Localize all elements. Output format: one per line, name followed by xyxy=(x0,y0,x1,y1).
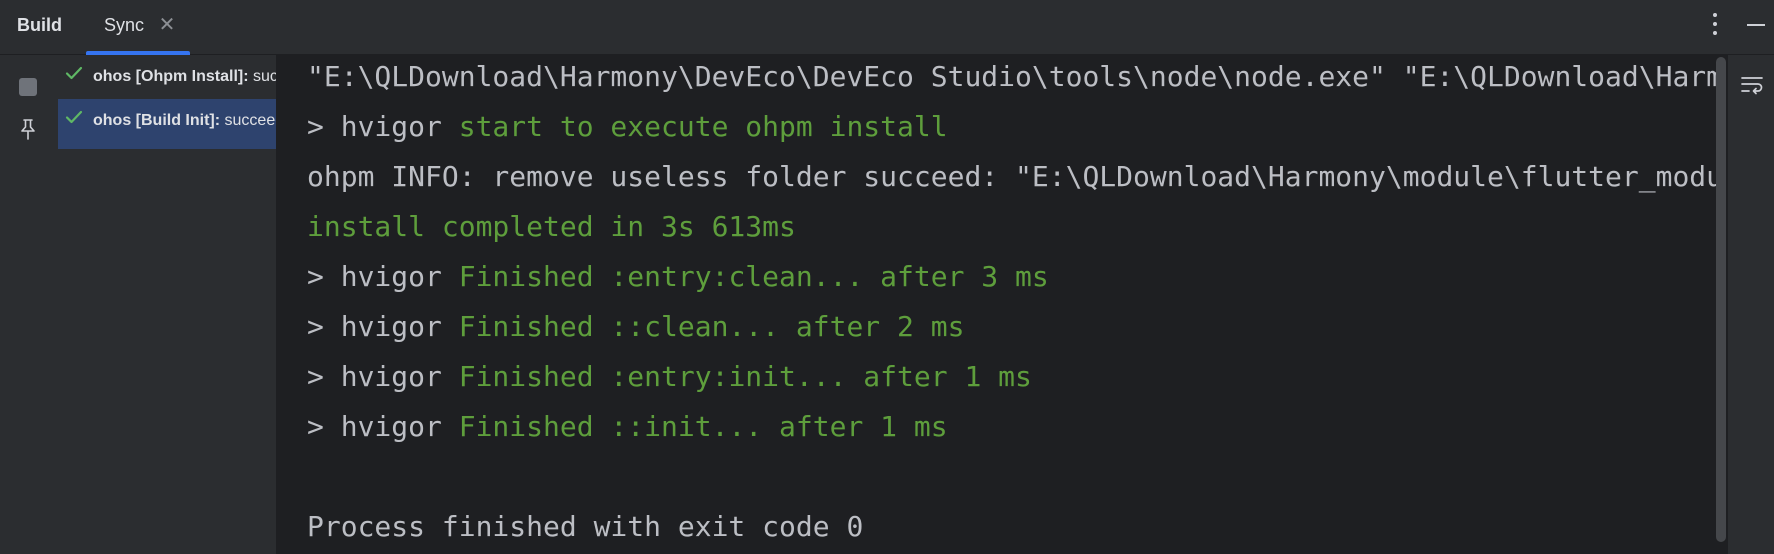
soft-wrap-icon[interactable] xyxy=(1738,71,1766,99)
tree-item-ohpm-install[interactable]: ohos [Ohpm Install]: succeeded xyxy=(58,55,276,105)
right-toolbar xyxy=(1728,55,1774,554)
console-line: > hvigor Finished ::init... after 1 ms xyxy=(307,410,948,443)
tool-window-header: Build Sync ✕ xyxy=(0,0,1774,55)
check-icon xyxy=(64,107,84,127)
tree-item-title: ohos [Build Init]: xyxy=(93,112,221,129)
console-line: Process finished with exit code 0 xyxy=(307,510,864,543)
left-toolbar xyxy=(0,55,58,554)
console-output[interactable]: "E:\QLDownload\Harmony\DevEco\DevEco Stu… xyxy=(276,55,1716,554)
tab-sync-label: Sync xyxy=(104,15,145,35)
minimize-icon[interactable] xyxy=(1744,12,1768,36)
tree-item-title: ohos [Ohpm Install]: xyxy=(93,68,249,85)
tree-item-build-init[interactable]: ohos [Build Init]: succeeded xyxy=(58,99,276,149)
build-tree: ohos [Ohpm Install]: succeeded ohos [Bui… xyxy=(58,55,276,554)
stop-icon[interactable] xyxy=(16,75,40,99)
tab-sync[interactable]: Sync ✕ xyxy=(86,0,190,55)
console-line: install completed in 3s 613ms xyxy=(307,210,796,243)
pin-icon[interactable] xyxy=(16,117,40,141)
tool-window-title: Build xyxy=(17,15,62,35)
console-line: > hvigor Finished :entry:clean... after … xyxy=(307,260,1049,293)
scrollbar-thumb[interactable] xyxy=(1716,57,1726,542)
build-tool-window: Build Sync ✕ ohos [Ohpm Install]: succ xyxy=(0,0,1774,554)
console-line: > hvigor start to execute ohpm install xyxy=(307,110,948,143)
console-line: > hvigor Finished :entry:init... after 1… xyxy=(307,360,1032,393)
console-line: ohpm INFO: remove useless folder succeed… xyxy=(307,160,1716,193)
tree-item-status: succeeded xyxy=(224,112,276,129)
check-icon xyxy=(64,63,84,83)
console-scrollbar[interactable] xyxy=(1714,57,1728,542)
close-icon[interactable]: ✕ xyxy=(156,14,178,36)
console-line: > hvigor Finished ::clean... after 2 ms xyxy=(307,310,965,343)
vertical-ellipsis-icon[interactable] xyxy=(1703,10,1727,38)
tree-item-status: succeeded xyxy=(253,68,276,85)
console-line: "E:\QLDownload\Harmony\DevEco\DevEco Stu… xyxy=(307,60,1716,93)
